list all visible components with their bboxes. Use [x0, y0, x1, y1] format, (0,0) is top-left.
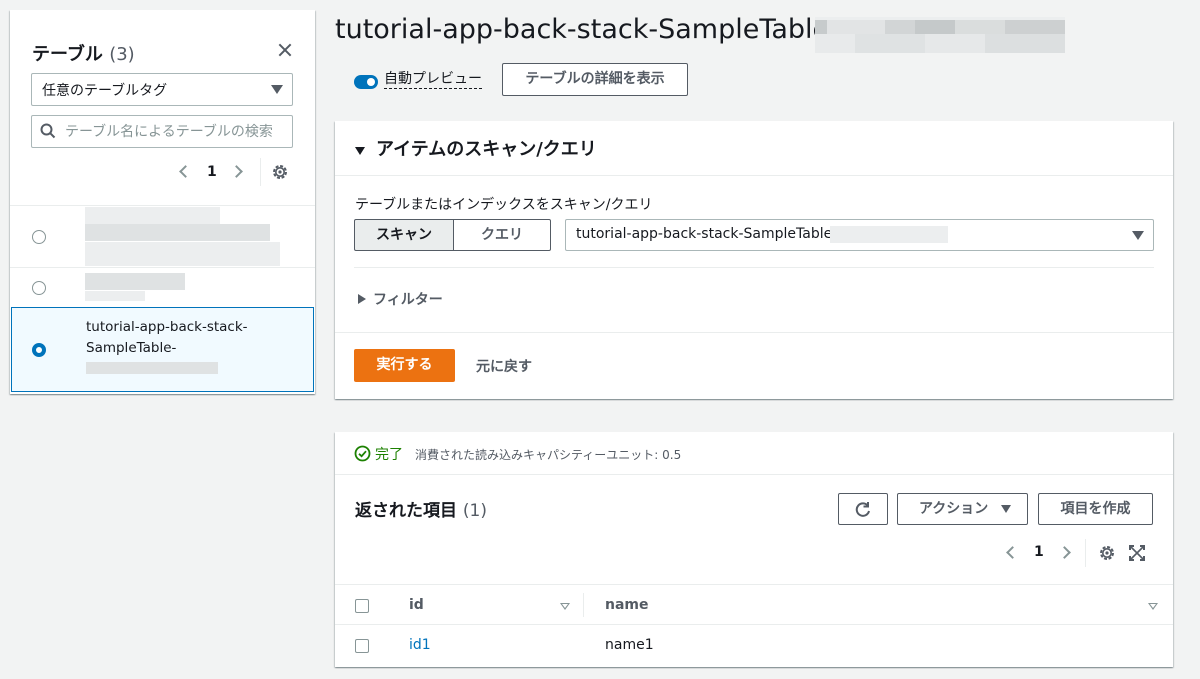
tables-panel-title: テーブル (3): [32, 40, 135, 66]
reset-button[interactable]: 元に戻す: [476, 356, 532, 376]
scan-divider: [354, 267, 1154, 268]
column-divider[interactable]: [583, 593, 584, 617]
row-checkbox[interactable]: [355, 639, 369, 653]
table-radio[interactable]: [32, 230, 46, 244]
check-circle-icon: [354, 445, 371, 462]
view-table-details-button[interactable]: テーブルの詳細を表示: [502, 63, 688, 96]
row-id-link[interactable]: id1: [409, 637, 431, 653]
actions-dropdown-button[interactable]: アクション: [897, 493, 1028, 525]
chevron-left-icon[interactable]: [179, 165, 192, 178]
table-header-bottom-border: [335, 624, 1173, 625]
gear-icon[interactable]: [271, 163, 289, 181]
auto-preview-label: 自動プレビュー: [384, 71, 482, 89]
refresh-icon: [855, 502, 870, 517]
actions-button-label: アクション: [919, 501, 989, 517]
auto-preview-toggle[interactable]: [354, 75, 378, 89]
tables-panel: テーブル (3) 任意のテーブルタグ 1 tut: [10, 10, 315, 394]
results-panel: 完了 消費された読み込みキャパシティーユニット: 0.5 返された項目 (1) …: [335, 432, 1173, 667]
caret-down-icon: [1132, 231, 1144, 240]
search-icon: [40, 123, 56, 139]
close-icon[interactable]: [273, 38, 297, 62]
redacted-text: [85, 207, 220, 225]
caret-down-icon: [1001, 505, 1011, 513]
scan-toggle-button[interactable]: スキャン: [354, 219, 454, 251]
table-list-item-selected[interactable]: tutorial-app-back-stack- SampleTable-: [11, 307, 314, 392]
returned-items-title-text: 返された項目: [355, 501, 457, 521]
column-header-name[interactable]: name: [605, 597, 649, 613]
selected-table-name-line1: tutorial-app-back-stack-: [86, 319, 248, 335]
table-index-select[interactable]: tutorial-app-back-stack-SampleTable-: [565, 219, 1154, 251]
chevron-right-icon[interactable]: [1058, 546, 1071, 559]
status-text: 完了: [375, 447, 403, 463]
column-header-id[interactable]: id: [409, 597, 424, 613]
tables-page-number[interactable]: 1: [207, 164, 217, 180]
returned-items-title: 返された項目 (1): [355, 496, 487, 521]
table-tag-select[interactable]: 任意のテーブルタグ: [31, 73, 293, 106]
page-title: tutorial-app-back-stack-SampleTable-: [335, 14, 839, 45]
scan-query-header[interactable]: アイテムのスキャン/クエリ: [335, 121, 1173, 176]
tables-pagination: 1: [178, 162, 258, 184]
scan-footer-divider: [335, 332, 1173, 333]
pager-divider: [260, 158, 261, 186]
caret-right-icon[interactable]: [358, 294, 366, 304]
redacted-text: [85, 291, 145, 301]
results-page-number[interactable]: 1: [1034, 544, 1044, 560]
table-tag-select-value: 任意のテーブルタグ: [42, 83, 168, 99]
redacted-text: [85, 273, 185, 290]
chevron-left-icon[interactable]: [1006, 546, 1019, 559]
table-search-input[interactable]: [31, 115, 293, 148]
table-list-item[interactable]: [10, 206, 315, 267]
scan-query-panel: アイテムのスキャン/クエリ テーブルまたはインデックスをスキャン/クエリ スキャ…: [335, 121, 1173, 399]
refresh-button[interactable]: [838, 493, 888, 525]
row-name-cell: name1: [605, 637, 654, 653]
redacted-title-suffix: [815, 17, 1065, 53]
status-row: 完了 消費された読み込みキャパシティーユニット: 0.5: [335, 432, 1173, 475]
table-radio[interactable]: [32, 281, 46, 295]
table-list-item[interactable]: [10, 268, 315, 306]
redacted-text: [86, 362, 218, 374]
selected-table-name-line2: SampleTable-: [86, 340, 177, 356]
consumed-rcu-text: 消費された読み込みキャパシティーユニット: 0.5: [415, 448, 682, 462]
returned-items-count: (1): [462, 501, 488, 521]
caret-down-icon: [271, 85, 283, 94]
scan-query-label: テーブルまたはインデックスをスキャン/クエリ: [355, 197, 653, 213]
select-all-checkbox[interactable]: [355, 599, 369, 613]
run-button[interactable]: 実行する: [354, 349, 455, 382]
sort-icon[interactable]: [560, 603, 570, 610]
fullscreen-icon[interactable]: [1129, 545, 1145, 561]
query-toggle-button[interactable]: クエリ: [453, 219, 551, 251]
redacted-text: [85, 224, 270, 241]
caret-down-icon: [355, 147, 365, 155]
redacted-text: [85, 242, 280, 266]
create-item-button[interactable]: 項目を作成: [1038, 493, 1153, 525]
sort-icon[interactable]: [1148, 603, 1158, 610]
table-index-select-value: tutorial-app-back-stack-SampleTable-: [576, 226, 838, 242]
pager-divider: [1085, 539, 1086, 567]
tables-count: (3): [109, 44, 135, 65]
table-radio-checked[interactable]: [32, 343, 46, 357]
gear-icon[interactable]: [1098, 544, 1116, 562]
table-header-top-border: [335, 584, 1173, 585]
tables-panel-title-text: テーブル: [32, 44, 103, 65]
redacted-text: [830, 226, 948, 243]
scan-query-title: アイテムのスキャン/クエリ: [376, 139, 597, 160]
chevron-right-icon[interactable]: [230, 165, 243, 178]
filter-expander[interactable]: フィルター: [373, 289, 443, 309]
selected-table-name: tutorial-app-back-stack- SampleTable-: [86, 317, 248, 359]
